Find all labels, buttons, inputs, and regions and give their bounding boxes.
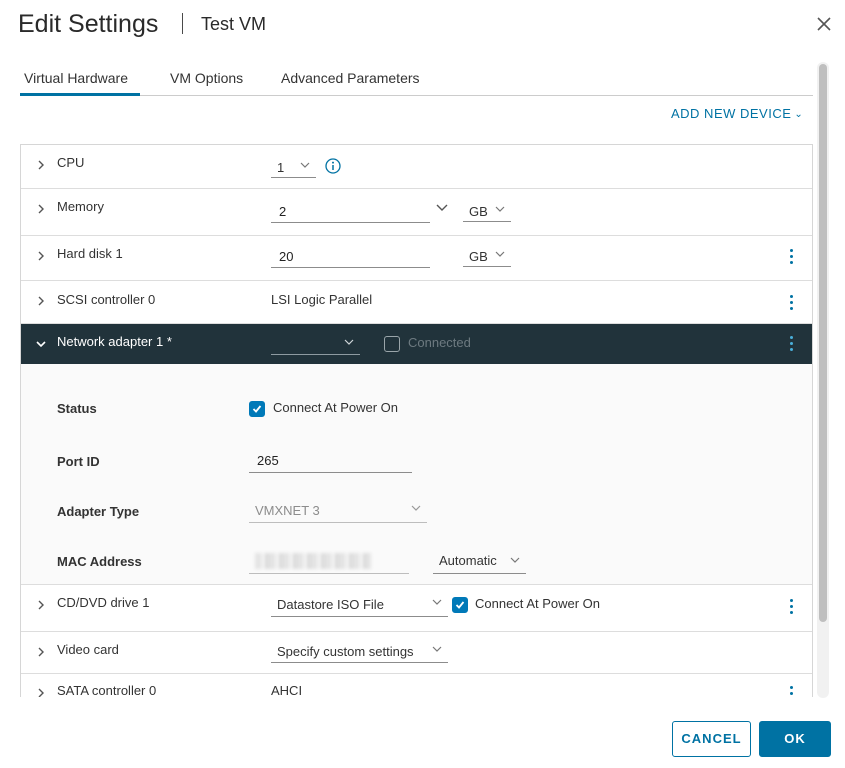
- adapter-type-label: Adapter Type: [57, 504, 140, 519]
- chevron-down-icon[interactable]: [35, 337, 47, 349]
- device-row-network-adapter: Network adapter 1 * Connected: [21, 324, 812, 364]
- tab-vm-options[interactable]: VM Options: [170, 70, 243, 96]
- chevron-down-icon[interactable]: [436, 201, 448, 213]
- chevron-down-icon: ⌄: [794, 109, 804, 120]
- add-new-device-label: ADD NEW DEVICE: [671, 106, 792, 121]
- more-options-icon[interactable]: [788, 686, 794, 697]
- device-row-sata-controller: SATA controller 0 AHCI: [21, 674, 812, 697]
- device-label: Hard disk 1: [57, 246, 123, 261]
- device-row-cd-dvd: CD/DVD drive 1 Datastore ISO File Connec…: [21, 585, 812, 632]
- chevron-right-icon[interactable]: [35, 598, 47, 610]
- info-icon[interactable]: [325, 158, 341, 174]
- cpu-count-value: 1: [277, 160, 285, 175]
- device-list[interactable]: CPU 1 Memory 2 GB Hard disk 1 20 GB SCSI…: [20, 144, 813, 697]
- sata-type-value: AHCI: [271, 683, 303, 697]
- redacted-mac-value: [255, 553, 371, 569]
- connect-at-power-on-label: Connect At Power On: [273, 400, 399, 415]
- cd-connect-at-power-on-checkbox[interactable]: [452, 597, 468, 613]
- device-row-video-card: Video card Specify custom settings: [21, 632, 812, 674]
- port-id-value: 265: [257, 453, 279, 468]
- device-label: Memory: [57, 199, 104, 214]
- disk-size-input[interactable]: 20: [271, 244, 430, 268]
- checkmark-icon: [455, 601, 465, 609]
- network-adapter-details: Status Connect At Power On Port ID 265 A…: [21, 364, 812, 585]
- port-id-label: Port ID: [57, 454, 100, 469]
- chevron-down-icon: [495, 206, 505, 212]
- chevron-down-icon: [300, 162, 310, 168]
- chevron-down-icon: [510, 557, 520, 563]
- cd-dvd-source-value: Datastore ISO File: [277, 597, 384, 612]
- network-select[interactable]: [271, 333, 360, 355]
- device-label: CPU: [57, 155, 85, 170]
- close-icon[interactable]: [814, 14, 834, 34]
- chevron-right-icon[interactable]: [35, 202, 47, 214]
- mac-mode-value: Automatic: [439, 553, 497, 568]
- more-options-icon[interactable]: [788, 249, 794, 267]
- mac-address-input[interactable]: [249, 549, 409, 574]
- mac-mode-select[interactable]: Automatic: [433, 549, 526, 574]
- chevron-right-icon[interactable]: [35, 294, 47, 306]
- adapter-type-value: VMXNET 3: [255, 503, 320, 518]
- mac-address-label: MAC Address: [57, 554, 142, 569]
- tab-label: Advanced Parameters: [281, 70, 420, 86]
- device-label: Video card: [57, 642, 119, 657]
- device-row-hard-disk: Hard disk 1 20 GB: [21, 236, 812, 281]
- connected-label: Connected: [408, 335, 471, 350]
- device-label: Network adapter 1 *: [57, 334, 172, 349]
- ok-button[interactable]: OK: [759, 721, 831, 757]
- adapter-type-select[interactable]: VMXNET 3: [249, 499, 427, 523]
- memory-unit-select[interactable]: GB: [463, 200, 511, 222]
- chevron-down-icon: [432, 599, 442, 605]
- checkmark-icon: [252, 405, 262, 413]
- chevron-right-icon[interactable]: [35, 249, 47, 261]
- memory-size-input[interactable]: 2: [271, 199, 430, 223]
- tab-label: VM Options: [170, 70, 244, 86]
- device-label: SCSI controller 0: [57, 292, 156, 307]
- video-card-settings-select[interactable]: Specify custom settings: [271, 640, 448, 663]
- memory-size-value: 2: [279, 204, 287, 219]
- more-options-icon[interactable]: [788, 295, 794, 313]
- video-card-settings-value: Specify custom settings: [277, 644, 414, 659]
- disk-unit-select[interactable]: GB: [463, 245, 511, 267]
- device-label: SATA controller 0: [57, 683, 157, 697]
- scrollbar-thumb[interactable]: [819, 64, 827, 622]
- chevron-down-icon: [344, 339, 354, 345]
- vm-name: Test VM: [201, 14, 267, 34]
- cancel-button[interactable]: CANCEL: [672, 721, 751, 757]
- device-row-memory: Memory 2 GB: [21, 189, 812, 236]
- disk-size-value: 20: [279, 249, 294, 264]
- chevron-down-icon: [411, 505, 421, 511]
- status-label: Status: [57, 401, 97, 416]
- device-row-cpu: CPU 1: [21, 145, 812, 189]
- chevron-right-icon[interactable]: [35, 645, 47, 657]
- scrollbar[interactable]: [817, 62, 829, 698]
- port-id-input[interactable]: 265: [249, 448, 412, 473]
- chevron-right-icon[interactable]: [35, 158, 47, 170]
- device-label: CD/DVD drive 1: [57, 595, 150, 610]
- cpu-count-select[interactable]: 1: [271, 156, 316, 178]
- tab-advanced-parameters[interactable]: Advanced Parameters: [281, 70, 420, 96]
- cd-connect-at-power-on-label: Connect At Power On: [475, 596, 601, 611]
- chevron-down-icon: [432, 646, 442, 652]
- more-options-icon[interactable]: [788, 599, 794, 617]
- tab-virtual-hardware[interactable]: Virtual Hardware: [20, 70, 140, 96]
- title-divider: [182, 13, 183, 34]
- chevron-right-icon[interactable]: [35, 686, 47, 697]
- connect-at-power-on-checkbox[interactable]: [249, 401, 265, 417]
- device-row-scsi-controller: SCSI controller 0 LSI Logic Parallel: [21, 281, 812, 324]
- cd-dvd-source-select[interactable]: Datastore ISO File: [271, 593, 448, 617]
- tab-label: Virtual Hardware: [24, 70, 129, 86]
- disk-unit-value: GB: [469, 249, 488, 264]
- chevron-down-icon: [495, 251, 505, 257]
- connected-checkbox[interactable]: [384, 336, 400, 352]
- tab-bar: Virtual Hardware VM Options Advanced Par…: [20, 68, 813, 96]
- add-new-device-button[interactable]: ADD NEW DEVICE ⌄: [671, 106, 803, 121]
- more-options-icon[interactable]: [788, 336, 794, 354]
- dialog-title: Edit Settings: [18, 10, 159, 38]
- memory-unit-value: GB: [469, 204, 488, 219]
- scsi-type-value: LSI Logic Parallel: [271, 292, 373, 307]
